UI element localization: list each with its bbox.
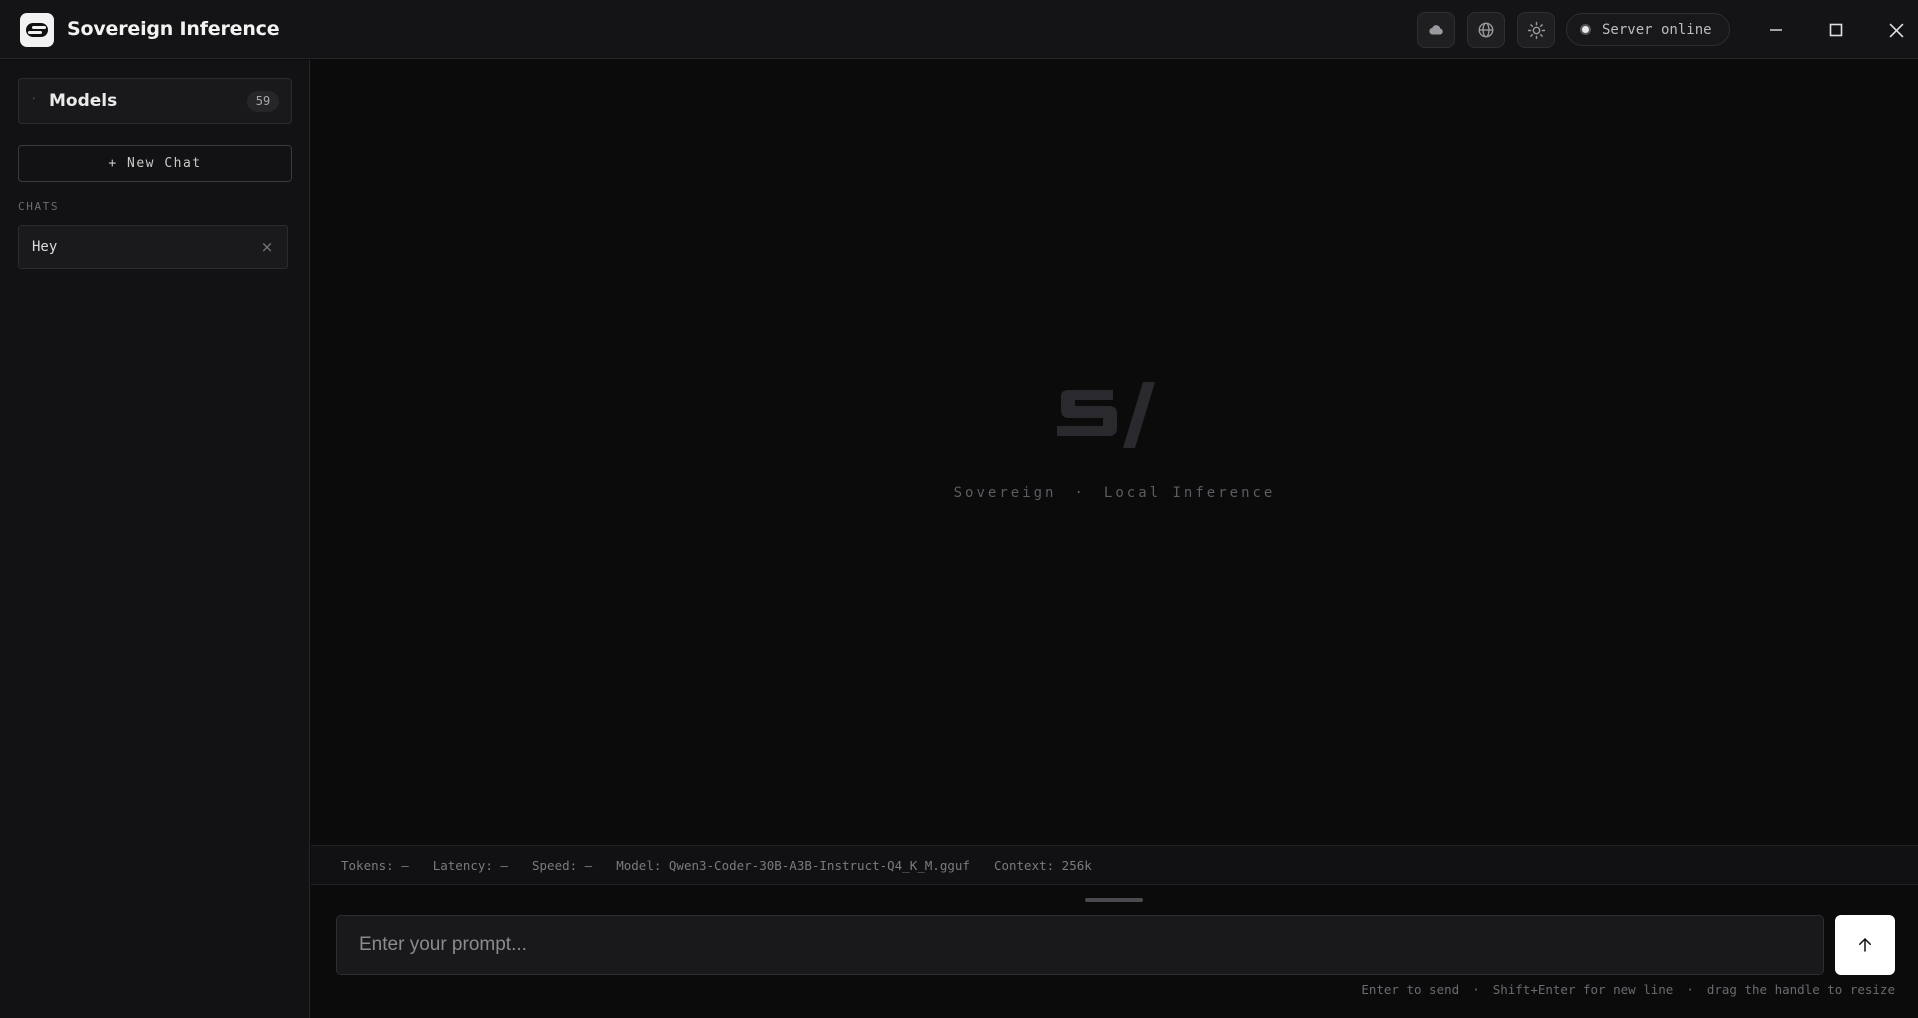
minimize-icon xyxy=(1770,29,1782,31)
theme-toggle-button[interactable] xyxy=(1517,12,1555,48)
sidebar: · Models 59 + New Chat CHATS Hey × xyxy=(0,60,310,1018)
send-button[interactable] xyxy=(1835,915,1895,975)
models-count-badge: 59 xyxy=(247,91,279,112)
chat-list-item[interactable]: Hey × xyxy=(18,225,288,269)
title-bar: Sovereign Inference Server online xyxy=(0,0,1918,59)
stat-speed: Speed: — xyxy=(532,857,593,873)
hint-send: Enter to send xyxy=(1361,982,1460,997)
delete-chat-icon[interactable]: × xyxy=(257,236,277,258)
stats-bar: Tokens: — Latency: — Speed: — Model: Qwe… xyxy=(311,845,1918,885)
server-status-badge[interactable]: Server online xyxy=(1566,13,1730,46)
hero-tagline: Sovereign · Local Inference xyxy=(311,485,1918,501)
maximize-button[interactable] xyxy=(1818,12,1854,48)
stat-model: Model: Qwen3-Coder-30B-A3B-Instruct-Q4_K… xyxy=(616,857,970,873)
hint-separator: · xyxy=(1472,982,1480,997)
models-bullet-icon: · xyxy=(32,92,36,105)
status-dot-icon xyxy=(1580,24,1591,35)
prompt-input[interactable] xyxy=(336,915,1824,975)
minimize-button[interactable] xyxy=(1758,12,1794,48)
composer-resize-handle[interactable] xyxy=(1085,898,1143,902)
globe-button[interactable] xyxy=(1467,12,1505,48)
chat-item-label: Hey xyxy=(32,239,58,255)
cloud-icon xyxy=(1429,25,1443,35)
tagline-left: Sovereign xyxy=(953,485,1057,501)
sovereign-hero-logo xyxy=(1057,382,1155,448)
main-panel: Sovereign · Local Inference Tokens: — Late… xyxy=(311,60,1918,1018)
chats-heading: CHATS xyxy=(18,200,60,213)
tagline-separator: · xyxy=(1074,485,1086,501)
stat-latency: Latency: — xyxy=(432,857,508,873)
sun-icon xyxy=(1527,21,1545,39)
hint-newline: Shift+Enter for new line xyxy=(1492,982,1674,997)
close-window-button[interactable] xyxy=(1878,12,1914,48)
app-title: Sovereign Inference xyxy=(67,18,280,40)
arrow-up-icon xyxy=(1859,938,1871,952)
globe-icon xyxy=(1478,22,1494,38)
cloud-button[interactable] xyxy=(1417,12,1455,48)
hint-separator: · xyxy=(1686,982,1694,997)
server-status-label: Server online xyxy=(1602,21,1712,38)
models-label: Models xyxy=(49,91,118,111)
close-icon xyxy=(1889,23,1903,37)
composer-hint: Enter to send · Shift+Enter for new line · d… xyxy=(1361,982,1895,997)
hint-resize: drag the handle to resize xyxy=(1706,982,1895,997)
maximize-icon xyxy=(1829,23,1843,37)
tagline-right: Local Inference xyxy=(1103,485,1276,501)
models-toggle[interactable]: · Models 59 xyxy=(18,78,292,124)
stat-tokens: Tokens: — xyxy=(341,857,409,873)
stat-context: Context: 256k xyxy=(993,857,1092,873)
new-chat-button[interactable]: + New Chat xyxy=(18,145,292,182)
app-logo-icon xyxy=(20,13,54,47)
